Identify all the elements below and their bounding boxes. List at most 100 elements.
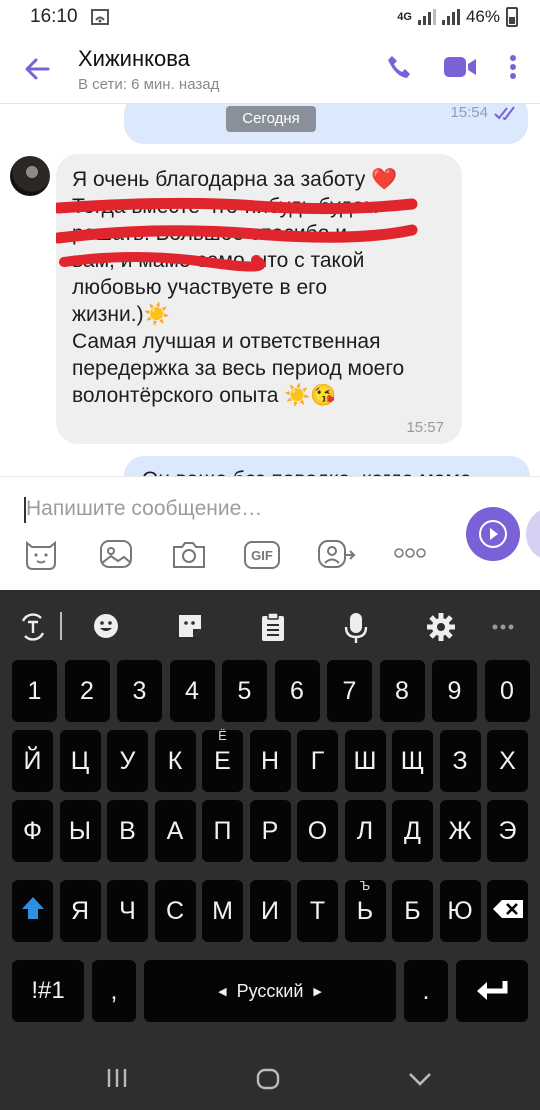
- key-Е[interactable]: ЁЕ: [202, 728, 243, 792]
- key-7[interactable]: 7: [327, 660, 372, 722]
- more-vertical-icon[interactable]: [508, 54, 518, 80]
- key-И[interactable]: И: [249, 880, 291, 942]
- symbols-key[interactable]: !#1: [12, 960, 84, 1022]
- key-9[interactable]: 9: [432, 660, 477, 722]
- key-label: Е: [214, 746, 231, 775]
- message-input[interactable]: Напишите сообщение…: [26, 497, 262, 521]
- outgoing-message[interactable]: 15:54: [124, 104, 528, 144]
- key-Э[interactable]: Э: [487, 800, 528, 862]
- key-Ь[interactable]: ЪЬ: [344, 878, 386, 942]
- key-hint: Ё: [218, 728, 227, 743]
- space-key[interactable]: ◀ Русский ▶: [144, 960, 396, 1022]
- more-icon[interactable]: [394, 547, 426, 559]
- send-video-message-button[interactable]: [466, 507, 520, 561]
- comma-key[interactable]: ,: [92, 960, 136, 1022]
- key-Й[interactable]: Й: [12, 730, 53, 792]
- backspace-key[interactable]: [487, 880, 528, 942]
- enter-key[interactable]: [456, 960, 528, 1022]
- key-label: 6: [290, 676, 304, 705]
- video-call-icon[interactable]: [442, 54, 478, 80]
- back-arrow-icon[interactable]: [22, 54, 52, 84]
- key-Ш[interactable]: Ш: [344, 730, 386, 792]
- key-Ю[interactable]: Ю: [439, 880, 481, 942]
- chevron-right-icon: ▶: [313, 985, 322, 998]
- key-3[interactable]: 3: [117, 660, 162, 722]
- key-А[interactable]: А: [154, 800, 196, 862]
- key-Л[interactable]: Л: [344, 800, 386, 862]
- message-time: 15:57: [406, 419, 444, 436]
- key-4[interactable]: 4: [169, 660, 215, 722]
- home-icon[interactable]: [256, 1068, 280, 1090]
- key-label: Я: [70, 896, 90, 925]
- key-М[interactable]: М: [202, 880, 243, 942]
- key-Ж[interactable]: Ж: [439, 800, 481, 862]
- key-label: 5: [237, 676, 252, 705]
- shift-key[interactable]: [12, 880, 53, 942]
- key-Х[interactable]: Х: [487, 730, 528, 792]
- key-В[interactable]: В: [107, 800, 148, 862]
- key-У[interactable]: У: [107, 730, 148, 792]
- mic-icon[interactable]: [344, 612, 368, 644]
- key-2[interactable]: 2: [64, 660, 110, 722]
- contact-name[interactable]: Хижинкова: [78, 46, 190, 72]
- key-label: Л: [356, 816, 374, 845]
- key-5[interactable]: 5: [222, 660, 267, 722]
- key-Ц[interactable]: Ц: [59, 730, 101, 792]
- sticker-icon[interactable]: [22, 537, 60, 571]
- back-chevron-icon[interactable]: [408, 1072, 432, 1086]
- key-О[interactable]: О: [297, 800, 338, 862]
- key-П[interactable]: П: [202, 800, 243, 862]
- read-checks-icon: [494, 106, 515, 120]
- key-Ф[interactable]: Ф: [12, 800, 53, 862]
- key-label: У: [119, 746, 136, 775]
- key-К[interactable]: К: [154, 730, 196, 792]
- key-label: М: [212, 896, 233, 925]
- share-contact-icon[interactable]: [316, 537, 356, 571]
- gif-icon[interactable]: GIF: [244, 541, 280, 569]
- key-1[interactable]: 1: [12, 660, 57, 722]
- key-label: [492, 897, 524, 926]
- key-Р[interactable]: Р: [249, 800, 291, 862]
- key-Н[interactable]: Н: [249, 730, 291, 792]
- symbols-key-label: !#1: [31, 977, 65, 1004]
- key-Я[interactable]: Я: [59, 880, 101, 942]
- camera-icon[interactable]: [170, 537, 208, 571]
- key-Д[interactable]: Д: [392, 800, 433, 862]
- key-label: П: [213, 816, 232, 845]
- key-label: Ь: [356, 896, 374, 925]
- key-label: [20, 895, 46, 928]
- key-label: 3: [132, 676, 147, 705]
- outgoing-message[interactable]: Он ваще без поводка, когда мама: [124, 456, 530, 476]
- key-label: Н: [260, 746, 280, 775]
- key-label: 8: [395, 676, 409, 705]
- key-З[interactable]: З: [439, 730, 481, 792]
- key-Щ[interactable]: Щ: [392, 730, 433, 792]
- key-8[interactable]: 8: [379, 660, 425, 722]
- phone-icon[interactable]: [386, 54, 412, 80]
- key-Т[interactable]: Т: [297, 880, 338, 942]
- key-Б[interactable]: Б: [392, 880, 433, 942]
- key-label: 0: [500, 676, 514, 705]
- key-0[interactable]: 0: [484, 660, 530, 722]
- more-icon[interactable]: [492, 624, 514, 630]
- key-С[interactable]: С: [154, 880, 196, 942]
- emoji-icon[interactable]: [92, 612, 120, 640]
- image-icon[interactable]: [98, 537, 134, 571]
- key-Ч[interactable]: Ч: [107, 880, 148, 942]
- settings-icon[interactable]: [426, 612, 456, 642]
- translate-icon[interactable]: [18, 612, 48, 642]
- chat-area[interactable]: 15:54 Сегодня Я очень благодарна за забо…: [0, 104, 540, 476]
- avatar[interactable]: [10, 156, 50, 196]
- recent-apps-icon[interactable]: [106, 1068, 128, 1088]
- space-key-label: Русский: [236, 980, 304, 1001]
- key-label: Г: [310, 746, 325, 775]
- status-bar: 16:10 4G 46%: [0, 0, 540, 34]
- key-Ы[interactable]: Ы: [59, 800, 101, 862]
- clipboard-icon[interactable]: [260, 612, 286, 642]
- key-label: 9: [447, 676, 462, 705]
- key-label: Б: [404, 896, 421, 925]
- key-6[interactable]: 6: [274, 660, 320, 722]
- period-key[interactable]: .: [404, 960, 448, 1022]
- sticker-icon[interactable]: [176, 612, 204, 640]
- key-Г[interactable]: Г: [297, 730, 338, 792]
